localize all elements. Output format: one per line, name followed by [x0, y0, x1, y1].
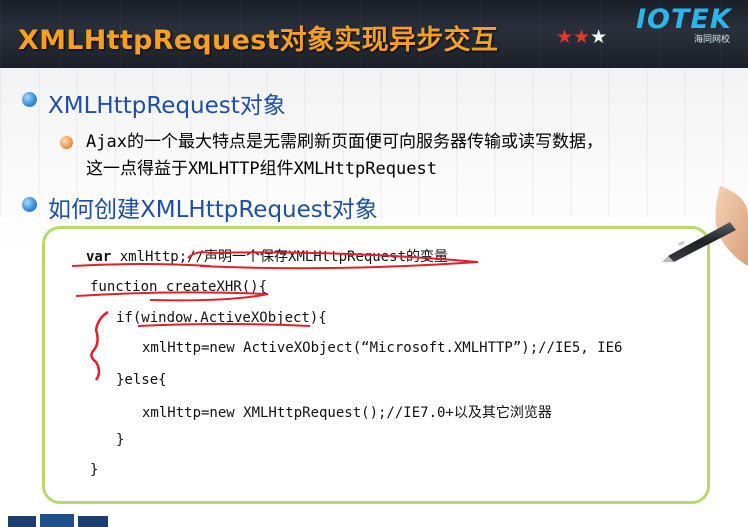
iotek-logo: IOTEK 海同网校 — [636, 4, 740, 45]
code-line-4: xmlHttp=new ActiveXObject(“Microsoft.XML… — [142, 340, 623, 356]
slide-header: XMLHttpRequest对象实现异步交互 ★★★ IOTEK 海同网校 — [0, 0, 748, 68]
logo-subtitle: 海同网校 — [694, 35, 731, 45]
logo-text: IOTEK — [636, 4, 732, 35]
sub-bullet-line-2: 这一点得益于XMLHTTP组件XMLHttpRequest — [86, 159, 437, 179]
code-box — [42, 226, 710, 504]
bottom-decoration — [8, 514, 108, 527]
bullet-icon — [22, 197, 37, 212]
code-line-5: }else{ — [116, 372, 167, 388]
star-icon: ★ — [590, 26, 608, 48]
code-line-8: } — [90, 462, 99, 478]
code-line-1-rest: xmlHttp;//声明一个保存XMLHttpRequest的变量 — [111, 249, 449, 265]
code-line-1: var xmlHttp;//声明一个保存XMLHttpRequest的变量 — [86, 246, 448, 266]
star-icon: ★ — [573, 26, 591, 48]
bullet-icon — [22, 92, 37, 107]
sub-bullet-line-1: Ajax的一个最大特点是无需刷新页面便可向服务器传输或读写数据， — [86, 132, 603, 152]
code-keyword: var — [86, 249, 112, 265]
heading-create-xhr: 如何创建XMLHttpRequest对象 — [48, 197, 378, 223]
slide-title: XMLHttpRequest对象实现异步交互 — [18, 25, 499, 56]
sub-bullet-icon — [60, 136, 73, 149]
difficulty-stars: ★★★ — [556, 26, 607, 48]
code-line-3: if(window.ActiveXObject){ — [116, 310, 327, 326]
star-icon: ★ — [556, 26, 574, 48]
code-line-2: function createXHR(){ — [90, 279, 268, 295]
heading-xmlhttprequest: XMLHttpRequest对象 — [48, 93, 286, 119]
code-line-6: xmlHttp=new XMLHttpRequest();//IE7.0+以及其… — [142, 405, 552, 421]
code-line-7: } — [116, 432, 125, 448]
stylus-pen-icon — [662, 186, 748, 266]
